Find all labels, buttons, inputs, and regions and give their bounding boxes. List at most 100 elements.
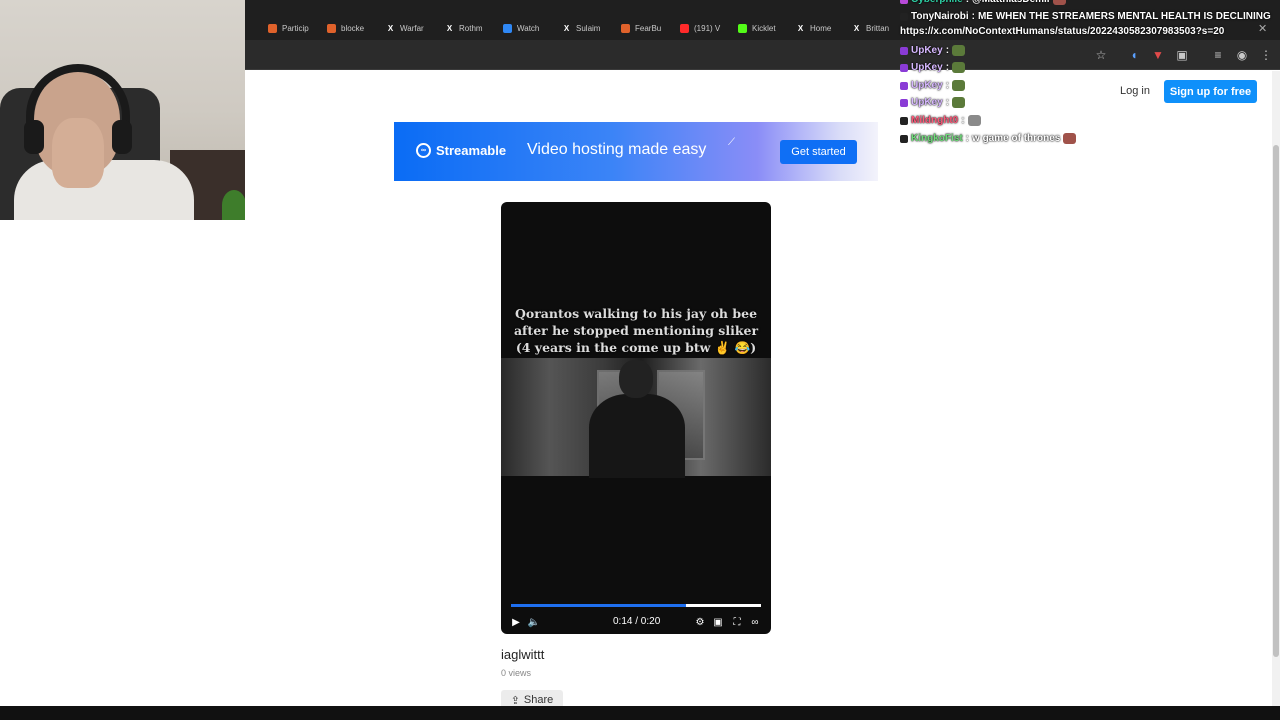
video-time: 0:14 / 0:20: [613, 616, 661, 627]
chat-emote-icon: [952, 45, 966, 56]
streamable-icon: [327, 23, 336, 33]
stream-chat-overlay: Cyberphile : @MatthiasDemil TonyNairobi :…: [898, 0, 1278, 150]
chat-badge-icon: [900, 46, 908, 55]
streamable-logo-icon[interactable]: ∞: [748, 615, 762, 629]
browser-tab[interactable]: X Sulaim: [562, 18, 618, 38]
x-icon: X: [853, 23, 860, 33]
video-figure-body: [589, 394, 685, 478]
streamable-logo-icon: ∞: [416, 143, 431, 158]
video-progress-fill: [511, 604, 686, 607]
play-icon[interactable]: ▶: [509, 615, 523, 629]
tab-label: Sulaim: [576, 23, 601, 33]
chat-emote-icon: [952, 97, 966, 108]
chat-emote-icon: [1052, 0, 1066, 5]
video-progress-bar[interactable]: [511, 604, 761, 607]
x-icon: X: [446, 23, 453, 33]
chat-badge-icon: [900, 116, 908, 125]
get-started-button[interactable]: Get started: [780, 140, 857, 164]
chat-username: TonyNairobi: [911, 11, 969, 22]
tab-label: Particip: [282, 23, 309, 33]
webcam-hands: [52, 118, 104, 188]
share-label: Share: [523, 694, 554, 706]
chat-separator: :: [945, 80, 950, 91]
chat-text: https://x.com/NoContextHumans/status/202…: [900, 26, 1225, 37]
picture-in-picture-icon[interactable]: ▣: [711, 615, 725, 629]
chat-emote-icon: [1063, 133, 1077, 144]
streamable-icon: [268, 23, 277, 33]
sparkle-icon: ⟋: [728, 137, 735, 148]
kick-icon: [738, 23, 747, 33]
tab-label: Home: [810, 23, 832, 33]
chat-username: KingkoFist: [911, 133, 963, 144]
x-icon: X: [387, 23, 394, 33]
chat-username: UpKey: [911, 80, 943, 91]
x-icon: X: [563, 23, 570, 33]
chat-separator: :: [945, 62, 950, 73]
headphone-earcup: [112, 120, 132, 154]
video-figure-head: [619, 360, 653, 398]
browser-tab[interactable]: X Rothm: [445, 18, 501, 38]
browser-tab[interactable]: (191) V: [680, 18, 736, 38]
chat-username: UpKey: [911, 97, 943, 108]
streamer-webcam: [0, 0, 245, 220]
streamable-ad-banner[interactable]: ∞ Streamable Video hosting made easy ⟋ G…: [394, 122, 878, 181]
chat-separator: :: [961, 115, 965, 126]
volume-icon[interactable]: 🔈: [527, 615, 541, 629]
caption-line: Qorantos walking to his jay oh bee: [514, 306, 758, 321]
chat-message: UpKey :: [900, 80, 966, 91]
chat-badge-icon: [900, 12, 908, 21]
chat-text: w game of thrones: [972, 133, 1061, 144]
browser-tab[interactable]: Particip: [268, 18, 324, 38]
chat-separator: :: [966, 0, 969, 5]
headphone-earcup: [24, 120, 44, 154]
settings-gear-icon[interactable]: ⚙: [693, 615, 707, 629]
share-icon: ⇪: [510, 694, 520, 707]
chat-username: UpKey: [911, 45, 943, 56]
chat-username: Mildnght0: [911, 115, 959, 126]
video-player[interactable]: Qorantos walking to his jay oh bee after…: [501, 202, 771, 634]
chat-message: https://x.com/NoContextHumans/status/202…: [900, 26, 1224, 37]
chat-badge-icon: [900, 0, 908, 4]
tab-label: Brittan: [866, 23, 890, 33]
tab-label: Kicklet: [752, 23, 776, 33]
page-scrollbar[interactable]: [1272, 71, 1280, 706]
fullscreen-icon[interactable]: ⛶: [730, 615, 744, 629]
video-frame-image: [501, 358, 771, 478]
browser-tab[interactable]: FearBu: [621, 18, 677, 38]
chat-username: UpKey: [911, 62, 943, 73]
webcam-shirt: [14, 160, 194, 220]
caption-line: (4 years in the come up btw ✌ 😂): [515, 340, 757, 355]
banner-logo: ∞ Streamable: [416, 143, 506, 158]
chat-message: Cyberphile : @MatthiasDemil: [900, 0, 1066, 5]
video-caption: Qorantos walking to his jay oh bee after…: [501, 305, 771, 356]
chat-badge-icon: [900, 98, 908, 107]
screen: Particip blocke X Warfar X Rothm Watch X Sulaim F…: [0, 0, 1280, 720]
browser-tab[interactable]: Kicklet: [738, 18, 794, 38]
tab-label: blocke: [341, 23, 365, 33]
chat-text: ME WHEN THE STREAMERS MENTAL HEALTH IS D…: [977, 11, 1271, 22]
chat-badge-icon: [900, 63, 908, 72]
browser-tab[interactable]: X Home: [796, 18, 852, 38]
chat-emote-icon: [952, 80, 966, 91]
chat-separator: :: [945, 97, 950, 108]
webcam-plant: [222, 190, 245, 220]
streamable-icon: [621, 23, 630, 33]
tab-label: Warfar: [400, 23, 424, 33]
chat-message: TonyNairobi : ME WHEN THE STREAMERS MENT…: [900, 11, 1271, 22]
chat-separator: :: [945, 45, 950, 56]
scrollbar-thumb[interactable]: [1273, 145, 1279, 657]
browser-tab[interactable]: Watch: [503, 18, 559, 38]
chat-separator: :: [965, 133, 970, 144]
chat-separator: :: [971, 11, 975, 22]
tab-label: FearBu: [635, 23, 662, 33]
banner-tagline: Video hosting made easy: [527, 141, 707, 158]
chat-username: Cyberphile: [911, 0, 963, 5]
browser-tab[interactable]: X Warfar: [386, 18, 442, 38]
chat-emote-icon: [967, 115, 981, 126]
chat-message: UpKey :: [900, 45, 966, 56]
caption-line: after he stopped mentioning sliker: [513, 323, 759, 338]
chat-message: UpKey :: [900, 62, 966, 73]
video-title: iaglwittt: [501, 647, 545, 662]
browser-tab[interactable]: blocke: [327, 18, 383, 38]
bottom-bar: [0, 706, 1280, 720]
